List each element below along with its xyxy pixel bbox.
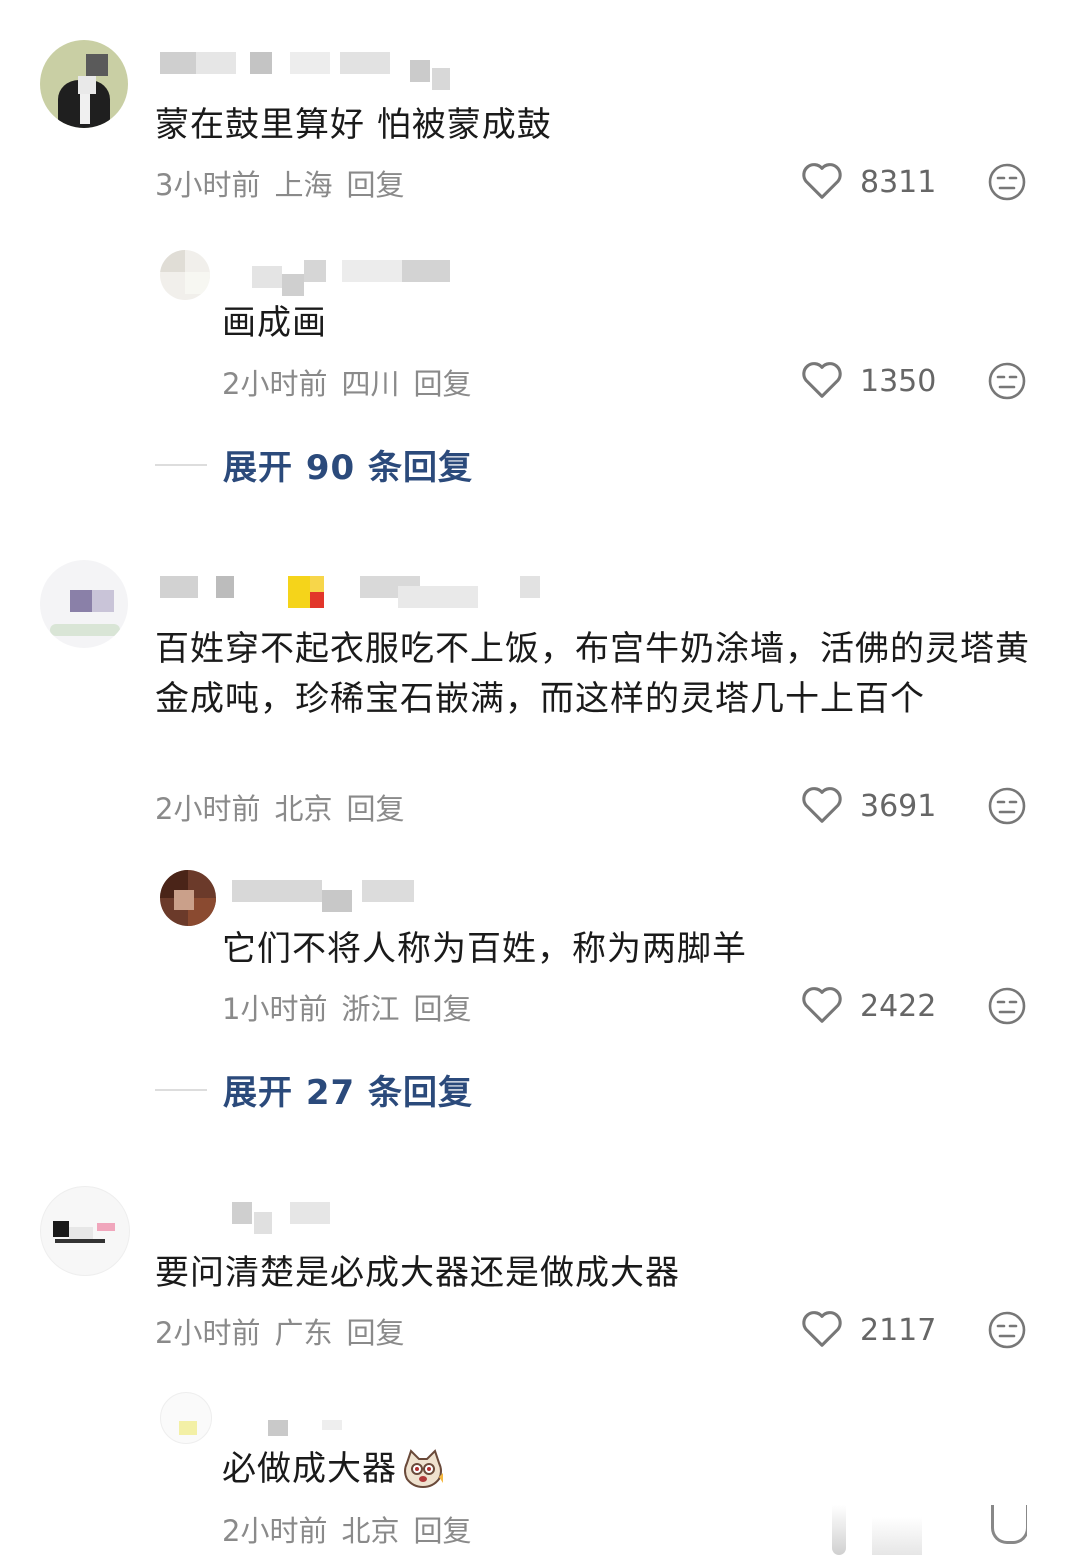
dislike-button[interactable] (987, 1505, 1027, 1555)
reply-button[interactable]: 回复 (346, 792, 404, 826)
reply-time: 2小时前 (222, 367, 328, 401)
reply-meta: 1小时前 浙江 回复 (222, 986, 485, 1028)
reply-text: 它们不将人称为百姓，称为两脚羊 (222, 929, 747, 969)
expand-replies-label: 展开 27 条回复 (223, 1073, 473, 1113)
avatar[interactable] (40, 40, 128, 128)
heart-outline-icon (800, 984, 844, 1028)
comment-meta: 2小时前 北京 回复 (155, 786, 418, 828)
heart-outline-icon (800, 1308, 844, 1352)
reply-username-blurred[interactable] (232, 1420, 352, 1442)
like-button[interactable]: 2422 (800, 984, 936, 1028)
reply-button[interactable]: 回复 (346, 168, 404, 202)
reply-avatar[interactable] (160, 870, 216, 926)
comment-item: 要问清楚是必成大器还是做成大器 2小时前 广东 回复 2117 必做成大器 2小… (0, 1160, 1080, 1555)
comment-time: 3小时前 (155, 168, 261, 202)
username-blurred[interactable] (160, 52, 460, 90)
dislike-button[interactable] (987, 1310, 1027, 1350)
like-button[interactable]: 2117 (800, 1308, 936, 1352)
reply-username-blurred[interactable] (232, 880, 422, 912)
like-count: 2422 (860, 988, 937, 1024)
meh-face-icon (988, 787, 1026, 825)
comment-item: 百姓穿不起衣服吃不上饭，布宫牛奶涂墙，活佛的灵塔黄金成吨，珍稀宝石嵌满，而这样的… (0, 540, 1080, 1120)
reply-button[interactable]: 回复 (346, 1316, 404, 1350)
like-button[interactable]: 1350 (800, 359, 936, 403)
comment-time: 2小时前 (155, 1316, 261, 1350)
comment-meta: 3小时前 上海 回复 (155, 162, 418, 204)
like-count: 1350 (860, 363, 937, 399)
reply-avatar[interactable] (160, 1392, 212, 1444)
dislike-button[interactable] (987, 162, 1027, 202)
reply-time: 2小时前 (222, 1514, 328, 1548)
comment-text: 百姓穿不起衣服吃不上饭，布宫牛奶涂墙，活佛的灵塔黄金成吨，珍稀宝石嵌满，而这样的… (155, 629, 1030, 719)
reply-location: 浙江 (341, 992, 400, 1026)
expand-replies-button[interactable]: 展开 90 条回复 (155, 440, 473, 489)
heart-outline-icon (800, 784, 844, 828)
reply-location: 北京 (341, 1514, 400, 1548)
avatar[interactable] (40, 1186, 130, 1276)
reply-location: 四川 (341, 367, 400, 401)
reply-button[interactable]: 回复 (413, 367, 471, 401)
comment-meta: 2小时前 广东 回复 (155, 1310, 418, 1352)
comment-text: 要问清楚是必成大器还是做成大器 (155, 1253, 680, 1293)
comment-item: 蒙在鼓里算好 怕被蒙成鼓 3小时前 上海 回复 8311 画成画 2小时前 四川 回复 … (0, 0, 1080, 500)
comment-location: 广东 (274, 1316, 333, 1350)
dislike-button[interactable] (987, 786, 1027, 826)
reply-text: 画成画 (222, 303, 327, 343)
reply-button[interactable]: 回复 (413, 992, 471, 1026)
divider (155, 463, 207, 466)
like-button[interactable] (820, 1505, 930, 1555)
comment-location: 上海 (274, 168, 333, 202)
reply-text-row: 必做成大器 (222, 1444, 445, 1494)
meh-face-icon (988, 987, 1026, 1025)
like-button[interactable]: 8311 (800, 160, 936, 204)
reply-meta: 2小时前 四川 回复 (222, 361, 485, 403)
reply-meta: 2小时前 北京 回复 (222, 1508, 485, 1550)
divider (155, 1088, 207, 1091)
like-count: 8311 (860, 164, 937, 200)
heart-outline-icon (800, 359, 844, 403)
reply-username-blurred[interactable] (232, 260, 452, 296)
avatar[interactable] (40, 560, 128, 648)
dislike-button[interactable] (987, 986, 1027, 1026)
comment-text: 蒙在鼓里算好 怕被蒙成鼓 (155, 105, 552, 145)
reply-button[interactable]: 回复 (413, 1514, 471, 1548)
username-blurred[interactable] (200, 1202, 360, 1234)
username-blurred[interactable] (160, 576, 540, 608)
meh-face-icon (988, 163, 1026, 201)
comment-location: 北京 (274, 792, 333, 826)
heart-outline-icon (800, 160, 844, 204)
reply-time: 1小时前 (222, 992, 328, 1026)
dislike-button[interactable] (987, 361, 1027, 401)
like-count: 3691 (860, 788, 937, 824)
meh-face-icon (988, 1311, 1026, 1349)
meh-face-icon (988, 362, 1026, 400)
like-count: 2117 (860, 1312, 937, 1348)
expand-replies-button[interactable]: 展开 27 条回复 (155, 1065, 473, 1114)
like-button[interactable]: 3691 (800, 784, 936, 828)
comment-time: 2小时前 (155, 792, 261, 826)
reply-text: 必做成大器 (222, 1449, 397, 1489)
reply-avatar[interactable] (160, 250, 210, 300)
expand-replies-label: 展开 90 条回复 (223, 448, 473, 488)
cat-sticker-icon (401, 1447, 445, 1491)
